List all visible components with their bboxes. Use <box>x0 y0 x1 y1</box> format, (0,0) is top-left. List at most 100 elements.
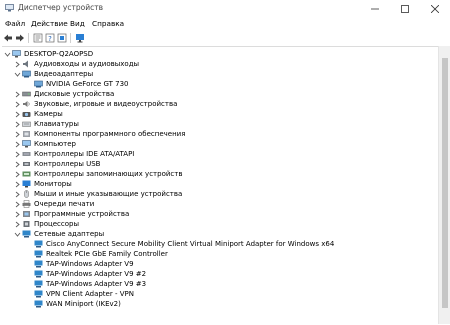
tree-item-label: Контроллеры USB <box>34 160 101 168</box>
vertical-scrollbar[interactable] <box>438 46 450 324</box>
menu-file[interactable]: Файл <box>5 19 25 29</box>
expand-toggle[interactable] <box>14 119 21 129</box>
minimize-button[interactable] <box>360 0 390 17</box>
tree-category[interactable]: Видеоадаптеры <box>2 69 436 79</box>
tree-item-label: Процессоры <box>34 220 80 228</box>
audio-io-icon <box>22 60 31 68</box>
chevron-right-icon <box>15 151 20 157</box>
tree-category[interactable]: Аудиовходы и аудиовыходы <box>2 59 436 69</box>
expand-toggle[interactable] <box>14 139 21 149</box>
update-driver-button[interactable] <box>57 33 67 43</box>
network-adapter-icon <box>34 300 43 308</box>
tree-category[interactable]: Очереди печати <box>2 199 436 209</box>
tree-category[interactable]: Мыши и иные указывающие устройства <box>2 189 436 199</box>
device-tree[interactable]: DESKTOP-Q2AOPSD Аудиовходы и аудиовыходы В… <box>2 46 438 325</box>
scrollbar-thumb[interactable] <box>442 58 448 308</box>
chevron-right-icon <box>15 221 20 227</box>
tree-category[interactable]: Сетевые адаптеры <box>2 229 436 239</box>
tree-category[interactable]: Дисковые устройства <box>2 89 436 99</box>
processor-icon <box>22 220 31 228</box>
back-icon <box>4 34 12 42</box>
expand-toggle[interactable] <box>14 109 21 119</box>
back-button[interactable] <box>3 33 13 43</box>
tree-item-label: NVIDIA GeForce GT 730 <box>46 80 129 88</box>
tree-category[interactable]: Контроллеры IDE ATA/ATAPI <box>2 149 436 159</box>
monitor-icon <box>76 34 84 43</box>
chevron-right-icon <box>15 121 20 127</box>
expand-toggle[interactable] <box>14 189 21 199</box>
keyboard-icon <box>22 120 31 128</box>
chevron-right-icon <box>15 61 20 67</box>
tree-item-label: Видеоадаптеры <box>34 70 94 78</box>
tree-device[interactable]: Cisco AnyConnect Secure Mobility Client … <box>2 239 436 249</box>
tree-device[interactable]: Realtek PCIe GbE Family Controller <box>2 249 436 259</box>
forward-button[interactable] <box>15 33 25 43</box>
expand-toggle[interactable] <box>14 159 21 169</box>
menu-action[interactable]: Действие <box>31 19 68 29</box>
svg-text:?: ? <box>48 35 52 43</box>
scan-hardware-button[interactable] <box>75 33 85 43</box>
tree-category[interactable]: Процессоры <box>2 219 436 229</box>
tree-device[interactable]: WAN Miniport (IKEv2) <box>2 299 436 309</box>
expand-toggle[interactable] <box>14 129 21 139</box>
tree-device[interactable]: TAP-Windows Adapter V9 <box>2 259 436 269</box>
tree-category[interactable]: Камеры <box>2 109 436 119</box>
printer-icon <box>22 200 31 208</box>
tree-root[interactable]: DESKTOP-Q2AOPSD <box>2 49 436 59</box>
tree-category[interactable]: Компьютер <box>2 139 436 149</box>
expand-toggle[interactable] <box>4 49 11 59</box>
tree-device[interactable]: NVIDIA GeForce GT 730 <box>2 79 436 89</box>
expand-toggle[interactable] <box>14 209 21 219</box>
usb-icon <box>22 160 31 168</box>
tree-item-label: TAP-Windows Adapter V9 #2 <box>46 270 147 278</box>
properties-icon <box>33 33 43 43</box>
expand-toggle[interactable] <box>14 169 21 179</box>
tree-category[interactable]: Компоненты программного обеспечения <box>2 129 436 139</box>
expand-toggle[interactable] <box>14 69 21 79</box>
maximize-icon <box>401 4 409 13</box>
expand-toggle[interactable] <box>14 229 21 239</box>
menu-help[interactable]: Справка <box>92 19 124 29</box>
mouse-icon <box>22 190 31 198</box>
tree-item-label: TAP-Windows Adapter V9 #3 <box>46 280 147 288</box>
tree-device[interactable]: TAP-Windows Adapter V9 #3 <box>2 279 436 289</box>
disk-drive-icon <box>22 90 31 98</box>
help-button[interactable]: ? <box>45 33 55 43</box>
chevron-down-icon <box>14 72 21 77</box>
expand-toggle[interactable] <box>14 149 21 159</box>
tree-category[interactable]: Клавиатуры <box>2 119 436 129</box>
software-device-icon <box>22 210 31 218</box>
expand-toggle[interactable] <box>14 179 21 189</box>
close-button[interactable] <box>420 0 450 17</box>
maximize-button[interactable] <box>390 0 420 17</box>
update-driver-icon <box>57 33 67 43</box>
title-bar[interactable]: Диспетчер устройств <box>0 0 450 17</box>
tree-device[interactable]: TAP-Windows Adapter V9 #2 <box>2 269 436 279</box>
expand-toggle[interactable] <box>14 219 21 229</box>
expand-toggle[interactable] <box>14 199 21 209</box>
window-title: Диспетчер устройств <box>18 3 104 12</box>
expand-toggle[interactable] <box>14 99 21 109</box>
tree-category[interactable]: Звуковые, игровые и видеоустройства <box>2 99 436 109</box>
network-adapter-icon <box>22 230 31 238</box>
tree-category[interactable]: Контроллеры запоминающих устройств <box>2 169 436 179</box>
expand-toggle[interactable] <box>14 59 21 69</box>
tree-category[interactable]: Контроллеры USB <box>2 159 436 169</box>
toolbar-separator <box>28 33 29 43</box>
tree-item-label: DESKTOP-Q2AOPSD <box>24 50 94 58</box>
chevron-right-icon <box>15 131 20 137</box>
chevron-right-icon <box>15 161 20 167</box>
properties-button[interactable] <box>33 33 43 43</box>
tree-item-label: Cisco AnyConnect Secure Mobility Client … <box>46 240 335 248</box>
network-adapter-icon <box>34 260 43 268</box>
menu-bar: Файл Действие Вид Справка <box>0 17 450 31</box>
expand-toggle[interactable] <box>14 89 21 99</box>
tree-category[interactable]: Мониторы <box>2 179 436 189</box>
menu-view[interactable]: Вид <box>70 19 85 29</box>
tree-device[interactable]: VPN Client Adapter - VPN <box>2 289 436 299</box>
toolbar-separator <box>70 33 71 43</box>
chevron-right-icon <box>15 201 20 207</box>
tree-item-label: Мыши и иные указывающие устройства <box>34 190 183 198</box>
device-manager-app-icon <box>5 4 14 12</box>
tree-category[interactable]: Программные устройства <box>2 209 436 219</box>
